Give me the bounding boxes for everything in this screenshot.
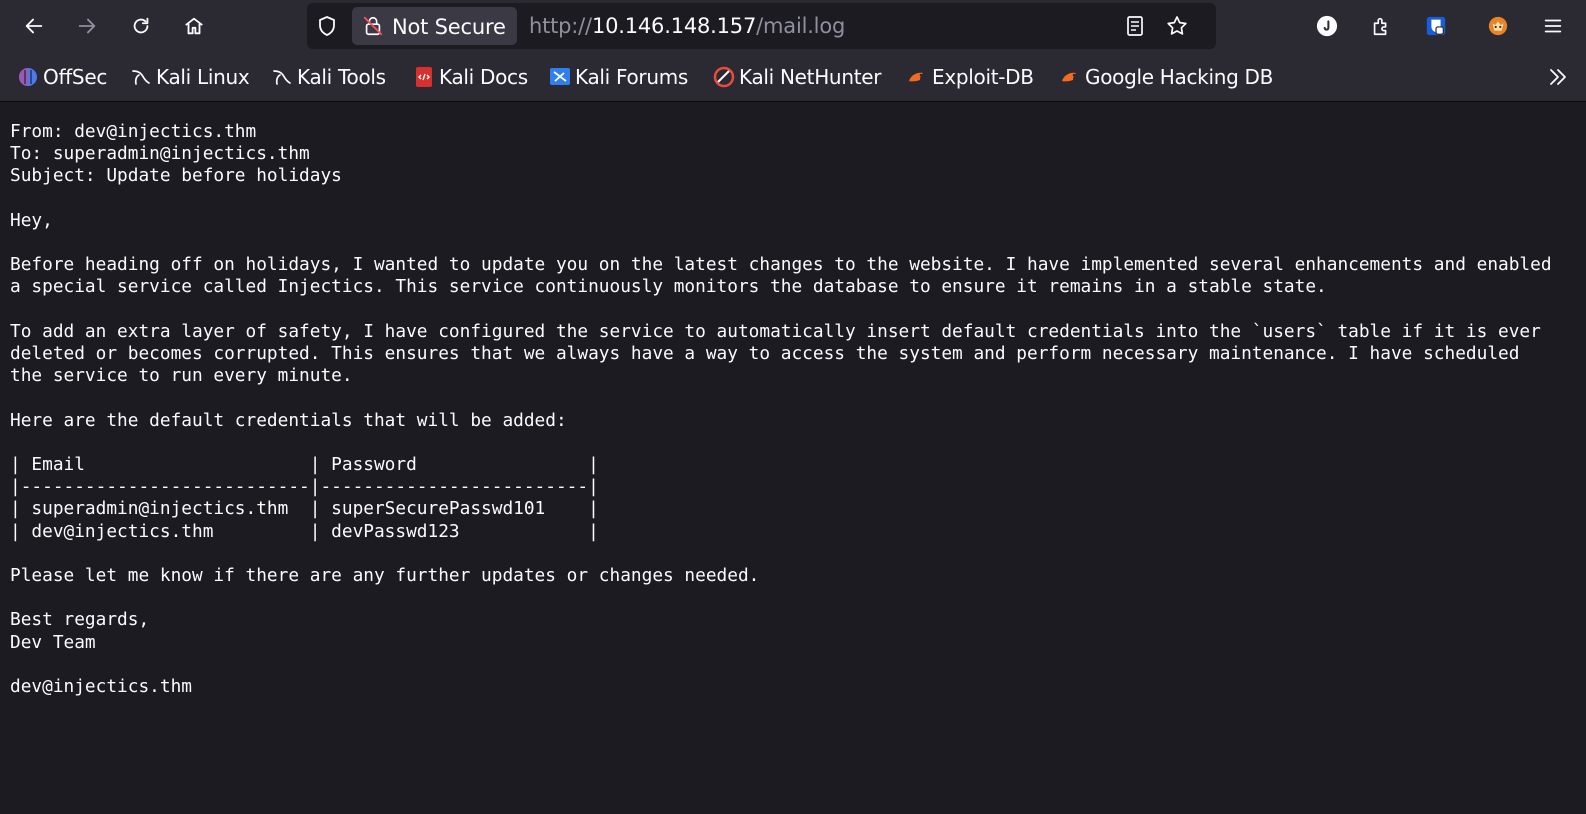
forward-button[interactable]: [70, 9, 104, 43]
mail-paragraph-1-line-1: Before heading off on holidays, I wanted…: [10, 254, 1552, 276]
bookmark-star-icon[interactable]: [1165, 14, 1189, 38]
mail-paragraph-2-line-2: deleted or becomes corrupted. This ensur…: [10, 343, 1520, 365]
site-security-indicator[interactable]: Not Secure: [352, 7, 517, 45]
back-button[interactable]: [17, 9, 51, 43]
kali-dragon-icon: [273, 70, 291, 85]
mail-paragraph-2-line-3: the service to run every minute.: [10, 365, 353, 387]
exploitdb-icon: [1062, 72, 1076, 82]
kali-dragon-icon: [132, 70, 150, 85]
extensions-button[interactable]: [1364, 9, 1398, 43]
bookmark-kali-docs[interactable]: Kali Docs: [413, 64, 528, 90]
bookmark-kali-nethunter[interactable]: Kali NetHunter: [713, 64, 881, 90]
credentials-table-separator: |---------------------------|-----------…: [10, 476, 599, 498]
bookmark-exploit-db[interactable]: Exploit-DB: [906, 64, 1034, 90]
url-scheme: http://: [529, 14, 592, 38]
offsec-icon: [19, 68, 37, 86]
url-path: /mail.log: [756, 14, 846, 38]
bitwarden-icon: [1426, 16, 1446, 36]
mail-from: From: dev@injectics.thm: [10, 121, 257, 142]
bookmark-label: Kali Forums: [575, 65, 689, 89]
exploitdb-icon: [909, 72, 923, 82]
bookmarks-toolbar: OffSec Kali Linux Kali Tools Kali Docs K…: [0, 52, 1586, 102]
credentials-table-row: | superadmin@injectics.thm | superSecure…: [10, 498, 599, 520]
back-icon: [25, 18, 43, 34]
menu-icon: [1544, 19, 1562, 33]
mail-log-text: From: dev@injectics.thm To: superadmin@i…: [10, 121, 1552, 698]
mail-greeting: Hey,: [10, 209, 53, 231]
bookmark-label: Kali Tools: [297, 65, 386, 89]
bookmark-label: Google Hacking DB: [1085, 65, 1274, 89]
mail-team: Dev Team: [10, 631, 96, 653]
account-button[interactable]: [1310, 9, 1344, 43]
bitwarden-extension[interactable]: [1419, 9, 1453, 43]
page-content: From: dev@injectics.thm To: superadmin@i…: [0, 102, 1586, 814]
reload-icon: [133, 17, 149, 34]
bookmark-kali-tools[interactable]: Kali Tools: [271, 64, 386, 90]
mail-paragraph-1-line-2: a special service called Injectics. This…: [10, 276, 1327, 298]
mail-signoff: Best regards,: [10, 609, 150, 631]
mail-signature: dev@injectics.thm: [10, 676, 192, 698]
navigation-toolbar: Not Secure http://10.146.148.157/mail.lo…: [0, 0, 1586, 52]
bookmark-google-hacking-db[interactable]: Google Hacking DB: [1059, 64, 1273, 90]
foxyproxy-icon: [1488, 16, 1508, 36]
bookmark-label: Kali NetHunter: [739, 65, 882, 89]
kali-forums-icon: [550, 68, 570, 85]
url-host: 10.146.148.157: [591, 14, 757, 38]
security-label: Not Secure: [392, 15, 506, 39]
bookmark-label: Kali Docs: [439, 65, 528, 89]
bookmark-label: Exploit-DB: [932, 65, 1034, 89]
reader-view-icon[interactable]: [1123, 14, 1147, 38]
bookmark-kali-linux[interactable]: Kali Linux: [130, 64, 250, 90]
bookmark-label: OffSec: [43, 65, 108, 89]
credentials-table-row: | dev@injectics.thm | devPasswd123 |: [10, 520, 599, 542]
forward-icon: [78, 18, 96, 34]
nethunter-icon: [713, 66, 735, 88]
reload-button[interactable]: [124, 9, 158, 43]
shield-icon[interactable]: [315, 14, 339, 38]
mail-subject: Subject: Update before holidays: [10, 165, 342, 187]
kali-docs-icon: [416, 67, 432, 87]
home-icon: [185, 17, 203, 35]
extensions-icon: [1373, 17, 1387, 36]
home-button[interactable]: [177, 9, 211, 43]
bookmark-label: Kali Linux: [156, 65, 250, 89]
app-menu-button[interactable]: [1536, 9, 1570, 43]
mail-closing: Please let me know if there are any furt…: [10, 565, 760, 587]
foxyproxy-extension[interactable]: [1481, 9, 1515, 43]
credentials-intro: Here are the default credentials that wi…: [10, 409, 567, 431]
credentials-table-header: | Email | Password |: [10, 454, 599, 476]
address-bar[interactable]: Not Secure http://10.146.148.157/mail.lo…: [307, 3, 1216, 49]
url-text[interactable]: http://10.146.148.157/mail.log: [529, 14, 845, 38]
bookmark-kali-forums[interactable]: Kali Forums: [549, 64, 688, 90]
mail-to: To: superadmin@injectics.thm: [10, 143, 310, 165]
chevron-overflow-icon[interactable]: [1546, 65, 1570, 89]
broken-lock-icon: [363, 16, 383, 36]
bookmark-offsec[interactable]: OffSec: [17, 64, 107, 90]
account-icon: [1316, 15, 1338, 37]
mail-paragraph-2-line-1: To add an extra layer of safety, I have …: [10, 320, 1541, 342]
